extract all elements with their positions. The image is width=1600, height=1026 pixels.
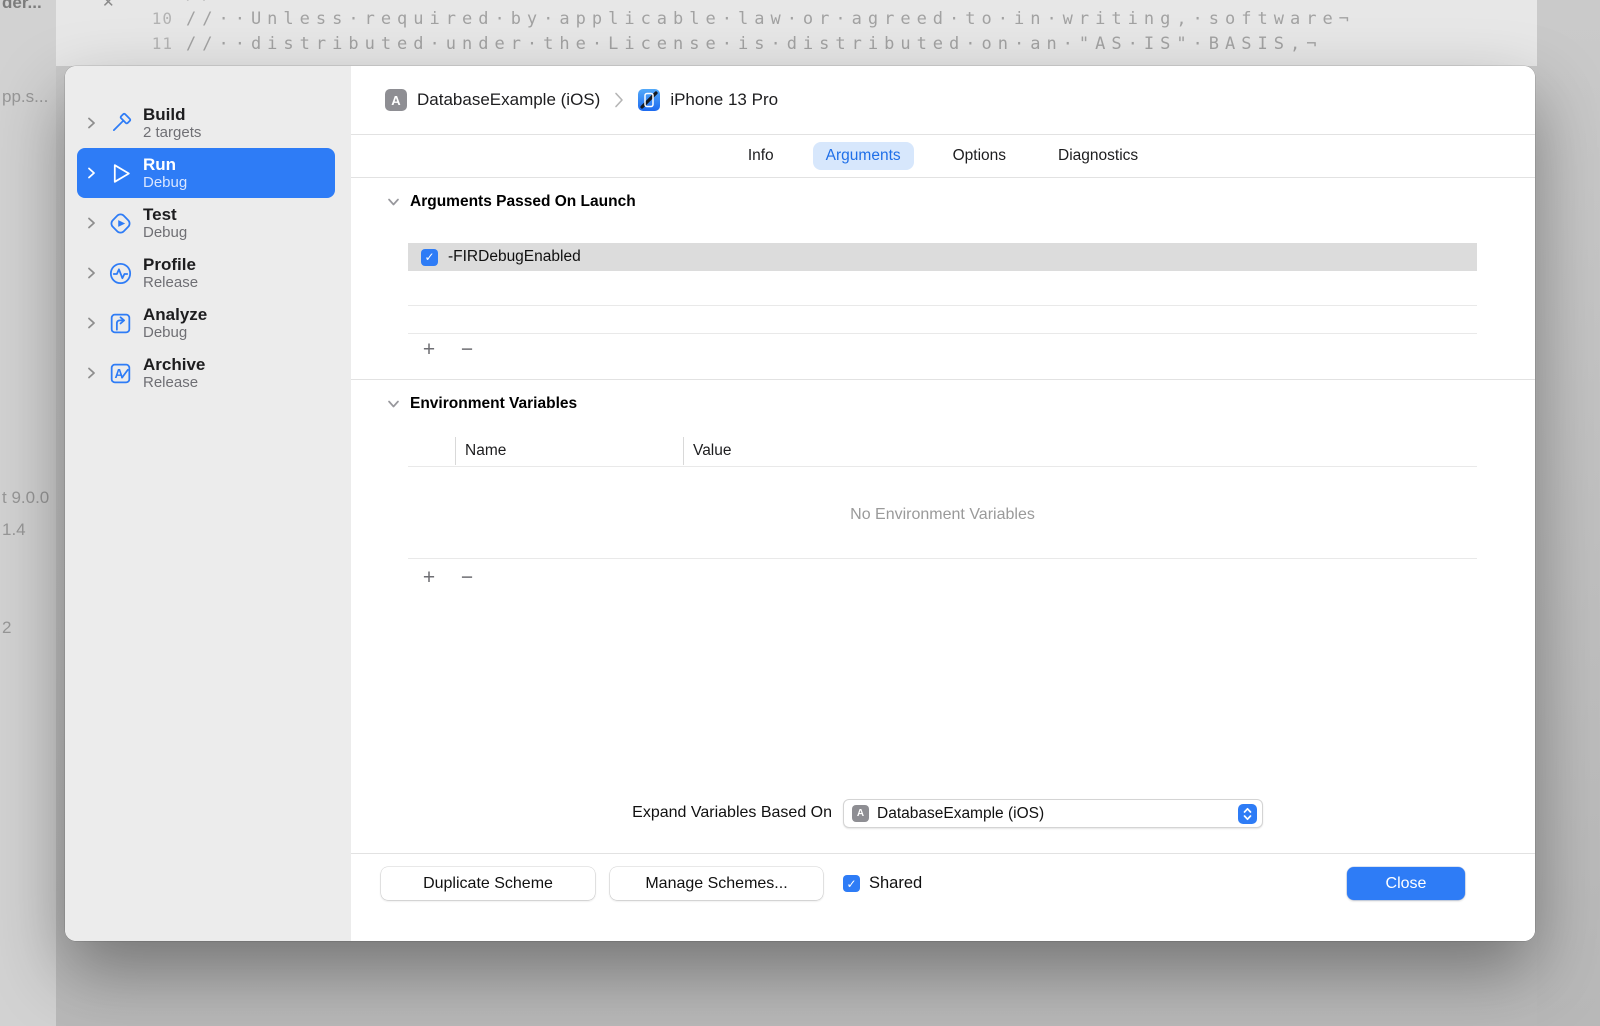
analyze-icon <box>107 310 134 337</box>
column-separator <box>455 437 456 465</box>
background-text-fragment: pp.s... <box>2 87 49 106</box>
hammer-icon <box>107 110 134 137</box>
remove-button[interactable]: − <box>457 567 477 588</box>
background-text-fragment: t 9.0.0 <box>2 488 50 507</box>
scheme-sidebar: Build 2 targets Run Debug Test Debug Pro… <box>65 66 351 941</box>
section-title-arguments: Arguments Passed On Launch <box>410 193 636 210</box>
shared-checkbox[interactable]: ✓ <box>843 875 860 892</box>
table-divider <box>408 333 1477 334</box>
sidebar-item-test[interactable]: Test Debug <box>77 198 335 248</box>
diamond-play-icon <box>107 210 134 237</box>
sidebar-item-subtitle: Release <box>143 374 199 391</box>
code-line: 9 // <box>56 0 1537 9</box>
code-text: //··distributed·under·the·License·is·dis… <box>186 34 1323 54</box>
sidebar-item-title: Analyze <box>143 305 208 324</box>
scheme-name: DatabaseExample (iOS) <box>417 90 601 109</box>
line-number: 9 <box>56 0 173 3</box>
column-header-name: Name <box>465 442 507 459</box>
sidebar-item-title: Archive <box>143 355 206 374</box>
table-divider <box>408 558 1477 559</box>
table-divider <box>408 305 1477 306</box>
tab-bar: Info Arguments Options Diagnostics <box>351 135 1535 178</box>
scheme-editor-pane: A DatabaseExample (iOS) iPhone 13 Pro In… <box>351 66 1535 941</box>
shared-label: Shared <box>869 874 923 892</box>
close-button[interactable]: Close <box>1347 867 1465 900</box>
duplicate-scheme-button[interactable]: Duplicate Scheme <box>381 867 595 900</box>
empty-state-text: No Environment Variables <box>850 506 1035 523</box>
code-text: // <box>186 0 218 4</box>
sidebar-item-title: Build <box>143 105 186 124</box>
sidebar-item-archive[interactable]: A Archive Release <box>77 348 335 398</box>
sidebar-item-profile[interactable]: Profile Release <box>77 248 335 298</box>
section-divider <box>351 379 1535 380</box>
code-line: 10 //··Unless·required·by·applicable·law… <box>56 9 1537 34</box>
chevron-right-icon <box>614 91 624 109</box>
destination-name: iPhone 13 Pro <box>670 90 779 109</box>
sidebar-item-title: Profile <box>143 255 196 274</box>
scheme-editor-dialog: Build 2 targets Run Debug Test Debug Pro… <box>65 66 1535 941</box>
sidebar-item-subtitle: Release <box>143 274 199 291</box>
chevron-right-icon[interactable] <box>86 316 98 330</box>
dialog-footer: Duplicate Scheme Manage Schemes... ✓ Sha… <box>351 853 1535 941</box>
expand-variables-dropdown[interactable]: A DatabaseExample (iOS) <box>843 799 1263 828</box>
chevron-down-icon[interactable] <box>387 399 400 409</box>
section-title-environment: Environment Variables <box>410 395 578 412</box>
simulator-icon <box>638 89 661 111</box>
dropdown-selected-value: DatabaseExample (iOS) <box>877 804 1045 822</box>
sidebar-item-build[interactable]: Build 2 targets <box>77 98 335 148</box>
code-text: //··Unless·required·by·applicable·law·or… <box>186 9 1355 29</box>
app-icon: A <box>852 805 869 822</box>
argument-row[interactable]: ✓ -FIRDebugEnabled <box>408 243 1477 271</box>
expand-variables-label: Expand Variables Based On <box>632 804 832 821</box>
sidebar-item-subtitle: Debug <box>143 324 188 341</box>
background-left-panel: der... pp.s... t 9.0.0 1.4 2 <box>0 0 56 1026</box>
line-number: 10 <box>151 9 173 28</box>
dropdown-stepper-icon <box>1238 804 1257 824</box>
column-header-value: Value <box>693 442 732 459</box>
environment-add-remove: + − <box>419 567 477 588</box>
tab-arguments[interactable]: Arguments <box>812 142 914 170</box>
arguments-panel: Arguments Passed On Launch ✓ -FIRDebugEn… <box>351 178 1535 853</box>
table-divider <box>408 466 1477 467</box>
chevron-right-icon[interactable] <box>86 266 98 280</box>
pulse-icon <box>107 260 134 287</box>
add-button[interactable]: + <box>419 339 439 360</box>
svg-text:A: A <box>114 367 123 381</box>
sidebar-item-run[interactable]: Run Debug <box>77 148 335 198</box>
app-icon: A <box>385 89 407 111</box>
tab-options[interactable]: Options <box>940 142 1019 170</box>
background-tab-title: der... <box>2 0 42 12</box>
chevron-right-icon[interactable] <box>86 366 98 380</box>
sidebar-item-subtitle: Debug <box>143 174 188 191</box>
sidebar-item-title: Test <box>143 205 177 224</box>
chevron-right-icon[interactable] <box>86 166 98 180</box>
line-number: 11 <box>151 34 173 53</box>
argument-checkbox[interactable]: ✓ <box>421 248 438 266</box>
archive-icon: A <box>107 360 134 387</box>
sidebar-item-analyze[interactable]: Analyze Debug <box>77 298 335 348</box>
check-icon: ✓ <box>424 250 435 264</box>
manage-schemes-button[interactable]: Manage Schemes... <box>610 867 823 900</box>
sidebar-item-title: Run <box>143 155 177 174</box>
background-text-fragment: 1.4 <box>2 520 26 539</box>
play-icon <box>107 160 134 187</box>
arguments-add-remove: + − <box>419 339 477 360</box>
code-line: 11 //··distributed·under·the·License·is·… <box>56 34 1537 59</box>
remove-button[interactable]: − <box>457 339 477 360</box>
argument-label: -FIRDebugEnabled <box>448 248 581 265</box>
background-right-strip <box>1537 0 1600 1026</box>
check-icon: ✓ <box>846 876 857 891</box>
column-separator <box>683 437 684 465</box>
tab-info[interactable]: Info <box>735 142 787 170</box>
chevron-right-icon[interactable] <box>86 116 98 130</box>
chevron-down-icon[interactable] <box>387 197 400 207</box>
background-text-fragment: 2 <box>2 618 12 637</box>
sidebar-item-subtitle: Debug <box>143 224 188 241</box>
background-code-editor: ✕ 9 // 10 //··Unless·required·by·applica… <box>56 0 1537 66</box>
tab-diagnostics[interactable]: Diagnostics <box>1045 142 1151 170</box>
add-button[interactable]: + <box>419 567 439 588</box>
chevron-right-icon[interactable] <box>86 216 98 230</box>
sidebar-item-subtitle: 2 targets <box>143 124 202 141</box>
scheme-breadcrumb: A DatabaseExample (iOS) iPhone 13 Pro <box>351 66 1535 135</box>
